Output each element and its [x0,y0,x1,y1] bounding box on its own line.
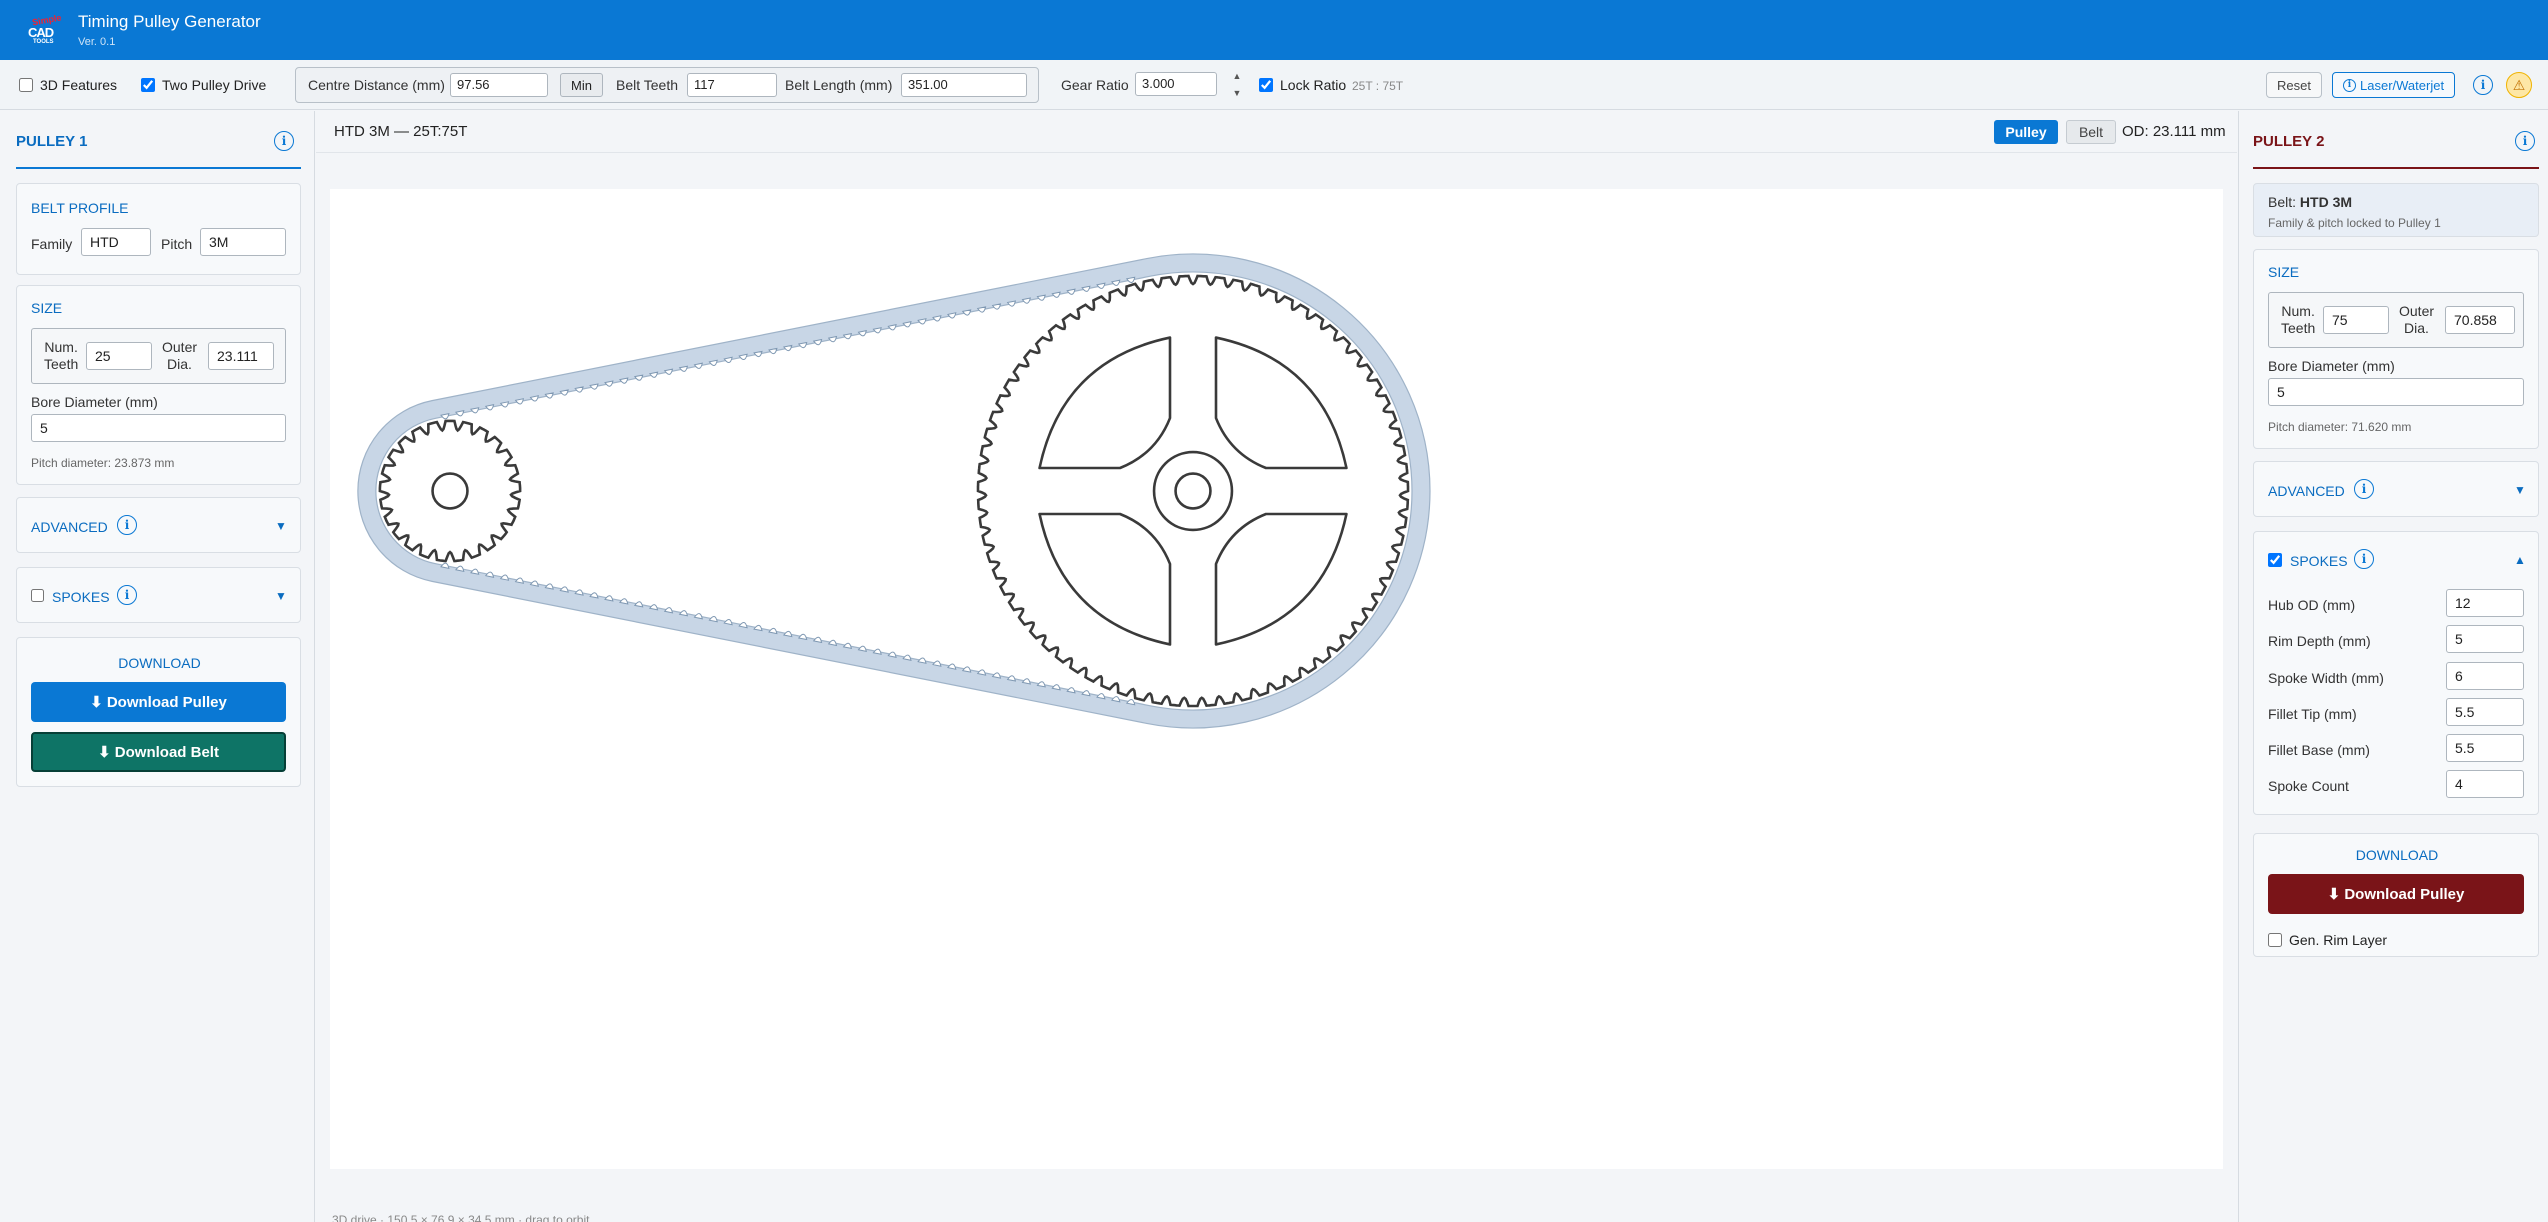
pulley2-outer-dia-input[interactable]: 70.858 [2445,306,2515,334]
app-title: Timing Pulley Generator [78,12,261,31]
info-icon: i [2343,78,2356,92]
belt-length-input[interactable]: 351.00 [901,73,1027,97]
info-icon[interactable]: i [2354,549,2374,569]
fillet-base-input[interactable]: 5.5 [2446,734,2524,762]
laser-waterjet-button[interactable]: i Laser/Waterjet [2332,72,2456,98]
pulley1-bore [431,472,469,510]
download-belt-button[interactable]: ⬇ Download Belt [31,732,286,772]
preview-header: HTD 3M — 25T:75T Pulley Belt OD: 23.111 … [316,111,2237,153]
hub-od-input[interactable]: 12 [2446,589,2524,617]
chevron-down-icon[interactable]: ▼ [2514,483,2526,497]
app-header: Simple CAD TOOLS Timing Pulley Generator… [0,0,2548,60]
gen-rim-layer-checkbox[interactable] [2268,933,2282,947]
belt-family-select[interactable]: HTD [81,228,151,256]
belt-locked-note: Family & pitch locked to Pulley 1 [2268,216,2441,230]
pulley1-advanced-section[interactable]: ADVANCED i ▼ [16,497,301,553]
info-icon[interactable]: i [117,585,137,605]
app-version: Ver. 0.1 [78,36,116,48]
tab-pulley[interactable]: Pulley [1994,120,2058,144]
pulley2-title: PULLEY 2 [2253,133,2325,150]
pulley2-advanced-section[interactable]: ADVANCED i ▼ [2253,461,2539,517]
min-distance-button[interactable]: Min [560,73,603,97]
pulley1-outer-dia-input[interactable]: 23.111 [208,342,274,370]
two-pulley-checkbox[interactable] [141,78,155,92]
belt-profile-card: BELT PROFILE Family HTD Pitch 3M [16,183,301,275]
pulley2-size-card: SIZE Num. Teeth 75 Outer Dia. 70.858 Bore … [2253,249,2539,449]
belt-lock-card: Belt: HTD 3M Family & pitch locked to Pu… [2253,183,2539,237]
belt-teeth-input[interactable]: 117 [687,73,777,97]
belt-pitch-select[interactable]: 3M [200,228,286,256]
download-pulley1-button[interactable]: ⬇ Download Pulley [31,682,286,722]
drive-preview [357,253,1431,729]
preview-footnote: 3D drive · 150.5 × 76.9 × 34.5 mm · drag… [332,1213,590,1222]
3d-features-checkbox[interactable] [19,78,33,92]
centre-distance-input[interactable]: 97.56 [450,73,548,97]
belt-name: HTD 3M [2299,194,2353,210]
pulley1-download-card: DOWNLOAD ⬇ Download Pulley ⬇ Download Be… [16,637,301,787]
warning-icon[interactable]: ⚠ [2506,72,2532,98]
preview-area: HTD 3M — 25T:75T Pulley Belt OD: 23.111 … [316,111,2237,1222]
3d-features-toggle[interactable]: 3D Features [19,77,117,93]
pulley2-panel: PULLEY 2 i Belt: HTD 3M Family & pitch l… [2238,111,2548,1222]
two-pulley-toggle[interactable]: Two Pulley Drive [141,77,266,93]
pulley2-outline [976,274,1410,708]
info-icon[interactable]: i [117,515,137,535]
lock-ratio-text: 25T : 75T [1352,79,1404,93]
info-icon[interactable]: i [274,131,294,151]
app-logo: Simple CAD TOOLS [28,12,63,45]
gear-ratio-stepper[interactable]: ▲ ▼ [1229,68,1245,102]
pulley1-size-card: SIZE Num. Teeth 25 Outer Dia. 23.111 Bore … [16,285,301,485]
lock-ratio-toggle[interactable]: Lock Ratio [1259,77,1346,93]
spoke-count-input[interactable]: 4 [2446,770,2524,798]
info-icon[interactable]: i [2515,131,2535,151]
pulley1-spokes-section[interactable]: SPOKES i ▼ [16,567,301,623]
download-pulley2-button[interactable]: ⬇ Download Pulley [2268,874,2524,914]
gen-rim-layer-toggle[interactable]: Gen. Rim Layer [2268,932,2387,948]
drive-canvas[interactable] [330,189,2223,1169]
toolbar: 3D Features Two Pulley Drive Centre Dist… [0,60,2548,110]
pulley2-spokes-section: SPOKES i ▲ Hub OD (mm) 12 Rim Depth (mm)… [2253,531,2539,815]
pulley1-title-bar [16,167,301,169]
reset-button[interactable]: Reset [2266,72,2322,98]
lock-ratio-checkbox[interactable] [1259,78,1273,92]
pulley1-panel: PULLEY 1 i BELT PROFILE Family HTD Pitch… [0,111,315,1222]
chevron-down-icon[interactable]: ▼ [275,519,287,533]
pulley2-download-card: DOWNLOAD ⬇ Download Pulley Gen. Rim Laye… [2253,833,2539,957]
chevron-up-icon[interactable]: ▲ [2514,553,2526,567]
chevron-down-icon[interactable]: ▼ [275,589,287,603]
spoke-width-input[interactable]: 6 [2446,662,2524,690]
preview-heading: HTD 3M — 25T:75T [334,123,468,140]
pulley1-bore-input[interactable]: 5 [31,414,286,442]
teeth-od-group: Num. Teeth 75 Outer Dia. 70.858 [2268,292,2524,348]
fillet-tip-input[interactable]: 5.5 [2446,698,2524,726]
gear-ratio-input[interactable]: 3.000 [1135,72,1217,96]
rim-depth-input[interactable]: 5 [2446,625,2524,653]
pulley2-title-bar [2253,167,2539,169]
info-icon[interactable]: i [2354,479,2374,499]
pulley1-num-teeth-input[interactable]: 25 [86,342,152,370]
teeth-od-group: Num. Teeth 25 Outer Dia. 23.111 [31,328,286,384]
pulley2-pitch-diameter: Pitch diameter: 71.620 mm [2268,420,2412,434]
info-icon[interactable]: i [2473,75,2493,95]
pulley2-bore-input[interactable]: 5 [2268,378,2524,406]
od-readout: OD: 23.111 mm [2122,123,2226,140]
drive-params-group: Centre Distance (mm) 97.56 Min Belt Teet… [295,67,1039,103]
pulley1-spokes-checkbox[interactable] [31,589,44,602]
pulley2-spokes-checkbox[interactable] [2268,553,2282,567]
pulley1-pitch-diameter: Pitch diameter: 23.873 mm [31,456,175,470]
pulley1-title: PULLEY 1 [16,133,88,150]
pulley2-num-teeth-input[interactable]: 75 [2323,306,2389,334]
tab-belt[interactable]: Belt [2066,120,2116,144]
